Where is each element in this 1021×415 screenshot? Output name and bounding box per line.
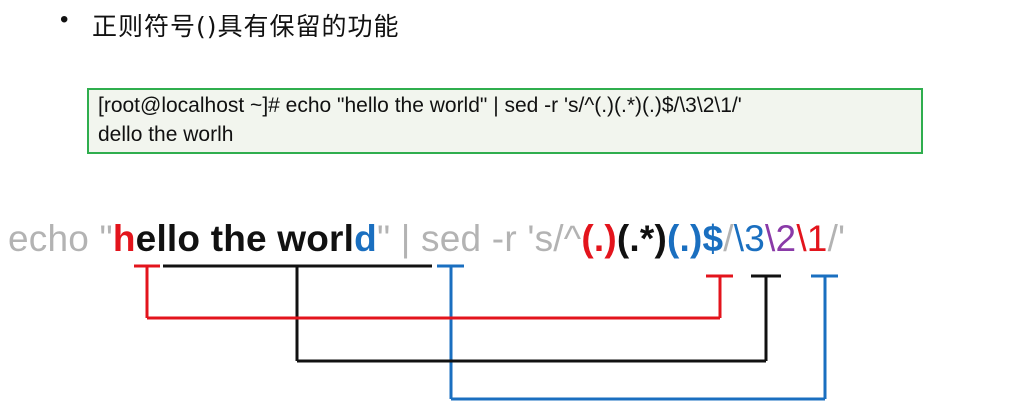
underline-middle [163, 264, 432, 361]
marker-group1 [706, 274, 733, 318]
underline-first-char [134, 264, 160, 318]
marker-group3 [811, 274, 838, 399]
marker-group2 [751, 274, 781, 361]
underline-last-char [437, 264, 464, 399]
connector-diagram [134, 264, 838, 401]
